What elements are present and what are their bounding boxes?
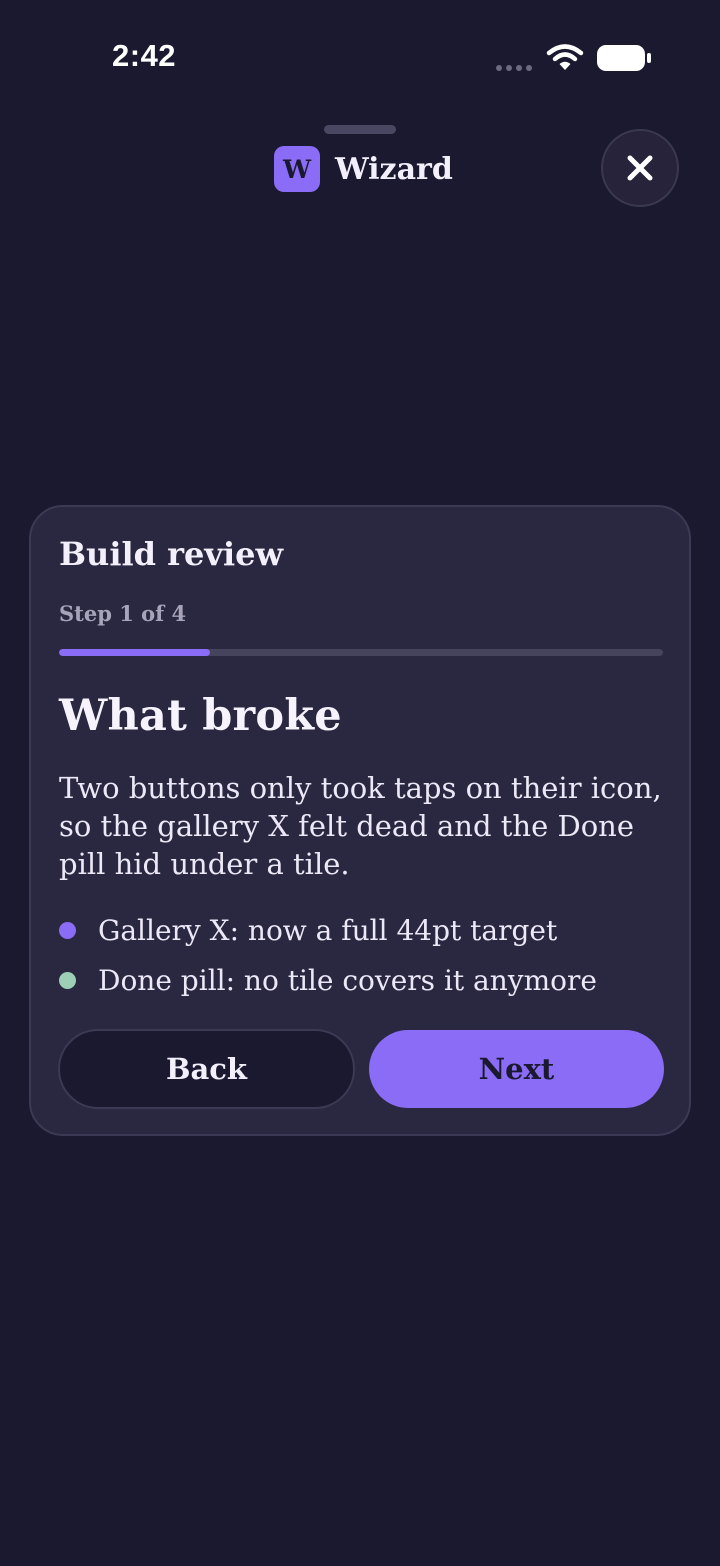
status-time: 2:42 [112,38,177,73]
progress-bar [59,649,663,656]
wizard-card: Build review Step 1 of 4 What broke Two … [29,505,691,1136]
bullet-text: Gallery X: now a full 44pt target [98,913,558,947]
sheet-grabber[interactable] [324,125,396,134]
step-indicator: Step 1 of 4 [59,601,187,626]
back-button[interactable]: Back [58,1029,355,1109]
close-icon [627,155,653,181]
battery-icon [597,45,651,71]
step-heading: What broke [59,691,342,741]
bullet-dot-icon [59,971,76,989]
step-description: Two buttons only took taps on their icon… [59,771,662,881]
close-button[interactable] [601,129,679,207]
list-item: Gallery X: now a full 44pt target [59,905,669,955]
app-logo: W [274,146,320,192]
app-name: Wizard [335,151,453,187]
wifi-icon [546,44,584,70]
card-title: Build review [59,535,284,573]
bullet-text: Done pill: no tile covers it anymore [98,963,597,997]
bullet-dot-icon [59,921,76,939]
bullet-list: Gallery X: now a full 44pt target Done p… [59,905,669,1005]
next-button[interactable]: Next [369,1030,664,1108]
list-item: Done pill: no tile covers it anymore [59,955,669,1005]
progress-fill [59,649,210,656]
app-brand: W Wizard [274,146,453,192]
signal-dots-icon [496,65,532,71]
